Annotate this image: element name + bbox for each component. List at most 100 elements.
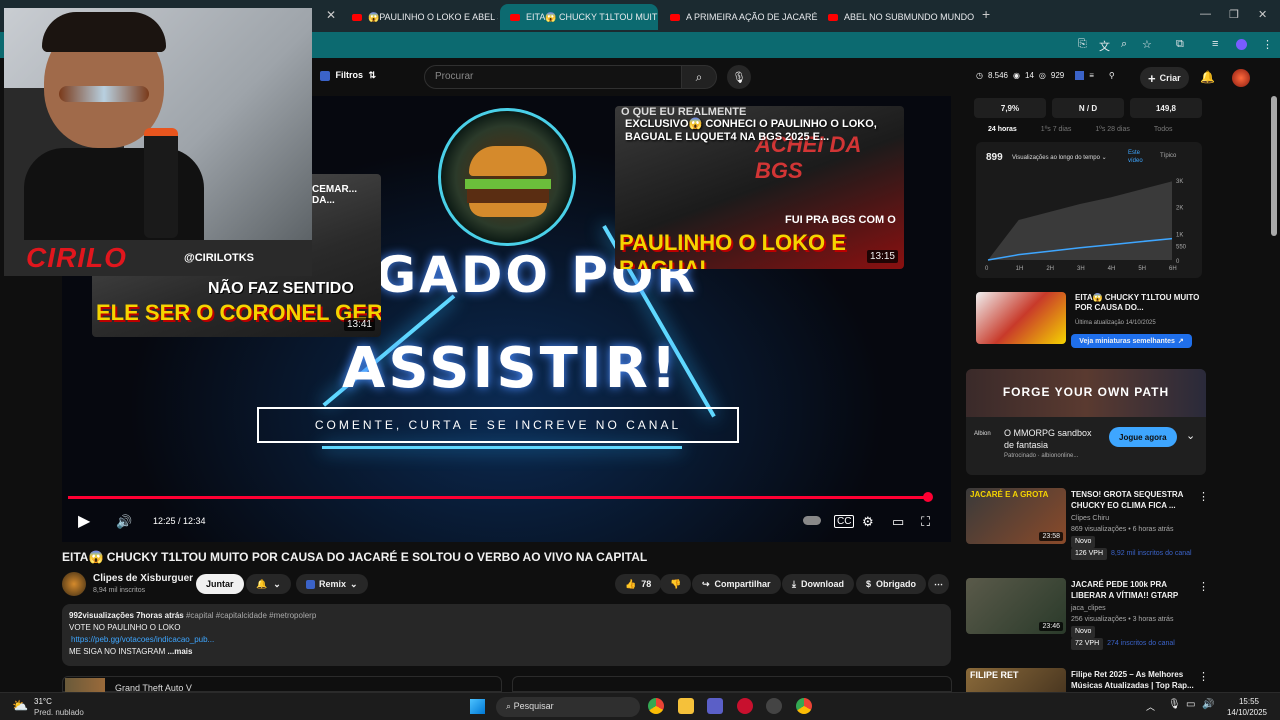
tab-label: A PRIMEIRA AÇÃO DE JACARÉ I xyxy=(686,12,818,22)
restore-icon[interactable]: ❐ xyxy=(1229,8,1239,21)
show-more-link[interactable]: ...mais xyxy=(168,647,193,656)
similar-thumbnails-button[interactable]: Veja miniaturas semelhantes ↗ xyxy=(1071,334,1192,348)
profile-avatar[interactable] xyxy=(1236,39,1247,50)
related-thumbnail: 23:46 xyxy=(966,578,1066,634)
views-area-chart: 3K 2K 1K 550 0 0 1H 2H 3H 4H 5H 6H xyxy=(985,179,1187,272)
progress-bar[interactable] xyxy=(68,496,928,499)
more-actions-button[interactable]: ⋯ xyxy=(928,574,949,594)
theater-mode-icon[interactable]: ▭ xyxy=(892,514,904,530)
extensions-icon[interactable]: ⧉ xyxy=(1176,38,1184,51)
obs-icon[interactable] xyxy=(766,698,782,714)
tray-chevron-icon[interactable]: ︿ xyxy=(1146,700,1155,713)
weather-icon[interactable]: ⛅ xyxy=(12,698,28,714)
tab-abel-submundo[interactable]: ABEL NO SUBMUNDO MUNDO ✕ xyxy=(818,4,976,30)
related-video[interactable]: JACARÉ E A GROTA 23:58 TENSO! GROTA SEQU… xyxy=(966,488,1209,568)
windows-taskbar xyxy=(0,692,1280,720)
more-dots-icon[interactable]: ⋮ xyxy=(1198,670,1206,683)
notifications-bell-icon[interactable]: 🔔 xyxy=(1200,70,1215,84)
list-icon[interactable]: ≡ xyxy=(1089,71,1094,80)
tab-28d[interactable]: 1ºs 28 dias xyxy=(1095,126,1129,133)
description-box[interactable]: 992visualizações 7horas atrás #capital #… xyxy=(62,604,951,666)
tab-label: ABEL NO SUBMUNDO MUNDO xyxy=(844,12,975,22)
ad-card[interactable]: FORGE YOUR OWN PATH Albion O MMORPG sand… xyxy=(966,369,1206,475)
captions-icon[interactable]: CC xyxy=(834,515,855,528)
description-link[interactable]: https://peb.gg/votacoes/indicacao_pub... xyxy=(69,634,944,646)
weather-temp: 31°C xyxy=(34,697,52,706)
related-video[interactable]: FILIPE RET Filipe Ret 2025 – As Melhores… xyxy=(966,668,1206,692)
taskbar-search[interactable]: ⌕ Pesquisar xyxy=(496,697,640,717)
ad-cta-button[interactable]: Jogue agora xyxy=(1109,427,1177,447)
minimize-icon[interactable]: — xyxy=(1200,8,1211,20)
chrome-icon[interactable] xyxy=(796,698,812,714)
dislike-button[interactable]: 👎 xyxy=(660,574,692,594)
teams-icon[interactable] xyxy=(707,698,723,714)
menu-dots-icon[interactable]: ⋮ xyxy=(1262,38,1273,51)
tab-all[interactable]: Todos xyxy=(1154,126,1173,133)
endscreen-card-right[interactable]: O QUE EU REALMENTE ACHEI DA BGS EXCLUSIV… xyxy=(615,106,904,269)
voice-search-button[interactable]: 🎙 xyxy=(727,65,751,89)
more-dots-icon[interactable]: ⋮ xyxy=(1198,490,1209,503)
card-title: CEMAR... DA... xyxy=(312,184,357,206)
volume-icon[interactable]: 🔊 xyxy=(116,514,132,530)
streamer-banner: CIRILO @CIRILOTKS xyxy=(4,240,312,276)
channel-avatar[interactable] xyxy=(62,572,86,596)
play-icon[interactable]: ▶ xyxy=(78,511,90,531)
like-button[interactable]: 👍 78 xyxy=(615,574,662,594)
live-stats: ◷ 8.546 ◉ 14 ◎ 929 ≡ ⚲ xyxy=(976,71,1115,80)
channel-name[interactable]: Clipes de Xisburguer xyxy=(93,573,193,584)
tab-paulinho[interactable]: 😱PAULINHO O LOKO E ABEL S ✕ xyxy=(342,4,498,30)
autoplay-toggle[interactable] xyxy=(803,516,821,525)
file-explorer-icon[interactable] xyxy=(678,698,694,714)
close-icon[interactable]: ✕ xyxy=(974,11,976,24)
related-video[interactable]: 23:46 JACARÉ PEDE 100k PRA LIBERAR A VÍT… xyxy=(966,578,1209,658)
create-button[interactable]: + Criar xyxy=(1140,67,1189,89)
search-button[interactable]: ⌕ xyxy=(682,65,717,89)
channel-subs: 274 inscritos do canal xyxy=(1107,640,1175,647)
close-icon[interactable]: ✕ xyxy=(657,11,658,24)
volume-icon[interactable]: 🔊 xyxy=(1202,699,1214,710)
download-button[interactable]: ⤓ Download xyxy=(782,574,854,594)
youtube-favicon-icon xyxy=(510,13,520,21)
windows-start-icon[interactable] xyxy=(470,699,485,714)
tab-eita-chucky[interactable]: EITA😱 CHUCKY T1LTOU MUIT ✕ xyxy=(500,4,658,30)
channel-avatar[interactable] xyxy=(1232,69,1250,87)
new-tab-button[interactable]: + xyxy=(982,6,990,22)
chevron-down-icon[interactable]: ⌄ xyxy=(1186,429,1195,442)
tab-24h[interactable]: 24 horas xyxy=(988,126,1017,133)
network-icon[interactable]: ▭ xyxy=(1186,699,1195,710)
tab-primeira-acao[interactable]: A PRIMEIRA AÇÃO DE JACARÉ I ✕ xyxy=(660,4,818,30)
zoom-icon[interactable]: ⌕ xyxy=(1121,38,1127,51)
subscribe-bell-button[interactable]: 🔔 ⌄ xyxy=(246,574,291,594)
hashtags[interactable]: #capital #capitalcidade #metropolerp xyxy=(186,611,316,620)
share-button[interactable]: ↪ Compartilhar xyxy=(692,574,781,594)
y-tick-label: 1K xyxy=(1176,232,1183,238)
app-icon[interactable] xyxy=(737,698,753,714)
comment-box[interactable] xyxy=(512,676,952,692)
page-scrollbar[interactable] xyxy=(1271,96,1277,236)
thanks-button[interactable]: $ Obrigado xyxy=(856,574,927,594)
more-dots-icon[interactable]: ⋮ xyxy=(1198,580,1209,593)
remix-label: Remix xyxy=(319,579,347,589)
fullscreen-icon[interactable]: ⛶ xyxy=(921,514,930,530)
join-button[interactable]: Juntar xyxy=(196,574,244,594)
tab-close-icon[interactable]: ✕ xyxy=(326,8,336,22)
broadcast-icon[interactable]: ⚲ xyxy=(1109,71,1115,80)
remix-button[interactable]: Remix ⌄ xyxy=(296,574,368,594)
settings-gear-icon[interactable]: ⚙ xyxy=(862,514,874,530)
tray-mic-icon[interactable]: 🎙 xyxy=(1168,699,1181,710)
search-input[interactable]: Procurar xyxy=(424,65,682,89)
progress-scrubber[interactable] xyxy=(922,492,933,502)
remix-icon xyxy=(306,579,315,589)
game-card[interactable]: Grand Theft Auto V xyxy=(62,676,502,693)
translate-icon[interactable]: 文 xyxy=(1099,38,1110,54)
tab-7d[interactable]: 1ºs 7 dias xyxy=(1041,126,1072,133)
close-window-icon[interactable]: ✕ xyxy=(1258,8,1267,21)
filters-button[interactable]: Filtros ⇅ xyxy=(320,70,376,81)
bookmark-star-icon[interactable]: ☆ xyxy=(1142,38,1152,51)
burger-lettuce xyxy=(465,179,551,189)
cast-icon[interactable]: ⎘ xyxy=(1078,38,1087,51)
y-tick-label: 3K xyxy=(1176,179,1183,185)
media-icon[interactable]: ≡ xyxy=(1212,38,1218,50)
extension-icon[interactable] xyxy=(1075,71,1085,80)
chrome-icon[interactable] xyxy=(648,698,664,714)
